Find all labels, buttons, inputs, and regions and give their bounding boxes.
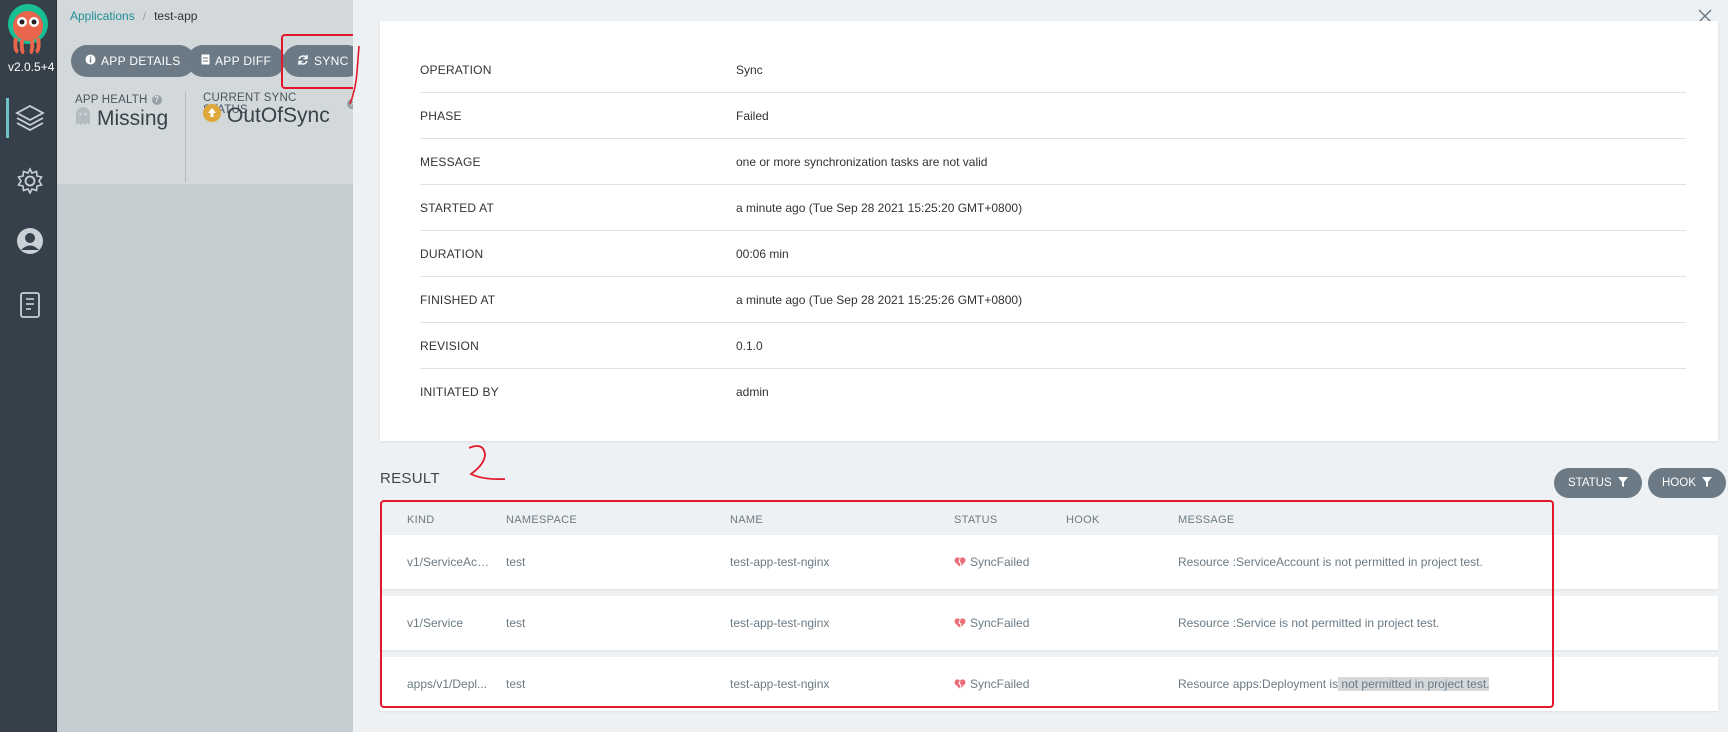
nav-docs[interactable] xyxy=(8,283,52,327)
broken-heart-icon xyxy=(954,556,966,567)
row-status-text: SyncFailed xyxy=(970,616,1030,630)
row-kind: v1/ServiceAcc... xyxy=(407,555,493,569)
status-filter-button[interactable]: STATUS xyxy=(1554,468,1642,498)
table-row[interactable]: v1/Service test test-app-test-nginx Sync… xyxy=(380,596,1718,650)
breadcrumb-applications-link[interactable]: Applications xyxy=(70,9,135,23)
nav-applications[interactable] xyxy=(6,96,52,140)
operation-card: OPERATION Sync PHASE Failed MESSAGE one or … xyxy=(380,21,1718,441)
result-table-header: KIND NAMESPACE NAME STATUS HOOK MESSAGE xyxy=(380,505,1718,535)
app-health-value: Missing xyxy=(75,106,168,132)
filter-icon xyxy=(1617,476,1628,490)
col-status[interactable]: STATUS xyxy=(954,514,998,526)
row-status: SyncFailed xyxy=(954,616,1029,630)
row-name: test-app-test-nginx xyxy=(730,616,830,630)
row-message: Resource apps:Deployment is not permitte… xyxy=(1178,677,1490,691)
op-value: one or more synchronization tasks are no… xyxy=(736,154,988,169)
op-key: DURATION xyxy=(420,246,484,261)
status-filter-label: STATUS xyxy=(1568,477,1612,489)
app-details-label: APP DETAILS xyxy=(101,54,181,68)
row-namespace: test xyxy=(506,616,526,630)
op-key: STARTED AT xyxy=(420,200,495,215)
layers-icon xyxy=(15,104,45,132)
app-health-value-text: Missing xyxy=(97,107,169,130)
op-row: FINISHED AT a minute ago (Tue Sep 28 2021… xyxy=(420,277,1686,323)
docs-icon xyxy=(20,292,40,318)
op-row: PHASE Failed xyxy=(420,93,1686,139)
user-icon xyxy=(17,228,43,254)
op-value: a minute ago (Tue Sep 28 2021 15:25:26 G… xyxy=(736,292,1023,307)
row-message-highlight: not permitted in project test. xyxy=(1338,677,1490,691)
op-value: Failed xyxy=(736,108,769,123)
app-diff-button[interactable]: APP DIFF xyxy=(187,45,286,77)
op-value: admin xyxy=(736,385,769,399)
op-key: MESSAGE xyxy=(420,154,481,169)
row-status-text: SyncFailed xyxy=(970,677,1030,691)
app-header: Applications / test-app APP DETAILS APP … xyxy=(57,0,367,184)
op-key: INITIATED BY xyxy=(420,385,499,399)
op-row: OPERATION Sync xyxy=(420,47,1686,93)
file-diff-icon xyxy=(201,54,210,68)
row-message: Resource :ServiceAccount is not permitte… xyxy=(1178,555,1483,569)
op-key: PHASE xyxy=(420,108,462,123)
app-details-button[interactable]: APP DETAILS xyxy=(71,45,195,77)
table-row[interactable]: v1/ServiceAcc... test test-app-test-ngin… xyxy=(380,535,1718,589)
left-nav: v2.0.5+4 xyxy=(0,0,57,732)
row-status: SyncFailed xyxy=(954,555,1029,569)
row-message-text: Resource apps:Deployment is xyxy=(1178,677,1339,691)
help-icon[interactable]: ? xyxy=(151,95,162,105)
op-key: FINISHED AT xyxy=(420,292,496,307)
sync-status-value: OutOfSync xyxy=(203,104,330,128)
op-key: OPERATION xyxy=(420,62,492,77)
breadcrumb: Applications / test-app xyxy=(70,9,197,23)
col-message[interactable]: MESSAGE xyxy=(1178,514,1235,526)
app-health-label: APP HEALTH ? xyxy=(75,94,162,106)
table-row[interactable]: apps/v1/Depl... test test-app-test-nginx… xyxy=(380,657,1718,711)
status-divider xyxy=(185,92,186,182)
op-value: a minute ago (Tue Sep 28 2021 15:25:20 G… xyxy=(736,200,1023,215)
op-key: REVISION xyxy=(420,338,479,353)
op-row: REVISION 0.1.0 xyxy=(420,323,1686,369)
op-row: INITIATED BY admin xyxy=(420,369,1686,415)
op-row: MESSAGE one or more synchronization tasks… xyxy=(420,139,1686,185)
operation-panel: OPERATION Sync PHASE Failed MESSAGE one or … xyxy=(349,0,1728,732)
col-kind[interactable]: KIND xyxy=(407,514,493,526)
col-hook[interactable]: HOOK xyxy=(1066,514,1100,526)
broken-heart-icon xyxy=(954,678,966,689)
nav-user-info[interactable] xyxy=(8,219,52,263)
arrow-up-circle-icon xyxy=(203,104,221,128)
row-name: test-app-test-nginx xyxy=(730,677,830,691)
row-status: SyncFailed xyxy=(954,677,1029,691)
sync-status-value-text: OutOfSync xyxy=(227,104,330,127)
app-diff-label: APP DIFF xyxy=(215,54,272,68)
op-row: STARTED AT a minute ago (Tue Sep 28 2021 … xyxy=(420,185,1686,231)
hook-filter-label: HOOK xyxy=(1662,477,1696,489)
broken-heart-icon xyxy=(954,617,966,628)
result-title: RESULT xyxy=(380,470,440,487)
op-value: Sync xyxy=(736,62,763,77)
breadcrumb-current: test-app xyxy=(154,9,198,23)
argo-logo-icon[interactable] xyxy=(6,2,50,55)
col-namespace[interactable]: NAMESPACE xyxy=(506,514,577,526)
row-name: test-app-test-nginx xyxy=(730,555,830,569)
info-icon xyxy=(85,54,96,68)
row-kind: apps/v1/Depl... xyxy=(407,677,488,691)
app-health-label-text: APP HEALTH xyxy=(75,94,148,106)
row-namespace: test xyxy=(506,677,526,691)
op-row: DURATION 00:06 min xyxy=(420,231,1686,277)
version-label: v2.0.5+4 xyxy=(8,60,55,74)
op-value: 00:06 min xyxy=(736,246,789,261)
op-value: 0.1.0 xyxy=(736,338,763,353)
row-kind: v1/Service xyxy=(407,616,464,630)
row-status-text: SyncFailed xyxy=(970,555,1030,569)
gear-icon xyxy=(17,167,43,195)
breadcrumb-separator: / xyxy=(142,9,147,23)
hook-filter-button[interactable]: HOOK xyxy=(1648,468,1726,498)
ghost-icon xyxy=(75,106,91,132)
filter-icon xyxy=(1701,476,1712,490)
col-name[interactable]: NAME xyxy=(730,514,763,526)
nav-settings[interactable] xyxy=(8,159,52,203)
annotation-mark-2 xyxy=(468,445,506,481)
row-namespace: test xyxy=(506,555,526,569)
row-message: Resource :Service is not permitted in pr… xyxy=(1178,616,1440,630)
